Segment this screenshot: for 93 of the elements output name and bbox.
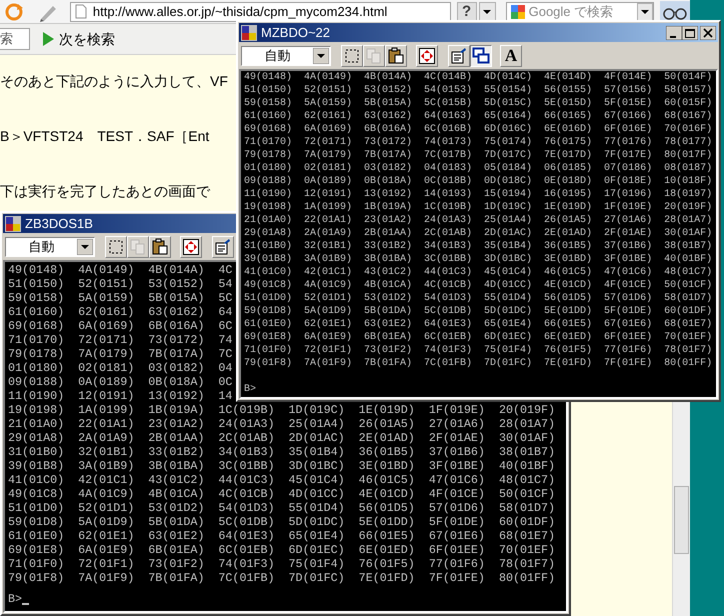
fullscreen-button[interactable] xyxy=(180,236,202,258)
console-line: 19(0198) 1A(0199) 1B(019A) 1C(019B) 1D(019C) 1E(019D) 1F(019E) 20(019F) xyxy=(244,201,712,214)
fullscreen-button[interactable] xyxy=(416,44,438,66)
paragraph: 下は実行を完了したあとの画面で xyxy=(0,182,210,201)
font-button[interactable]: A xyxy=(500,44,522,66)
arrows-icon xyxy=(418,46,436,64)
console-line: 39(01B8) 3A(01B9) 3B(01BA) 3C(01BB) 3D(01BC) 3E(01BD) 3F(01BE) 40(01BF) xyxy=(8,459,556,473)
document-icon xyxy=(450,46,468,64)
console-line: 61(01E0) 62(01E1) 63(01E2) 64(01E3) 65(01E4) 66(01E5) 67(01E6) 68(01E7) xyxy=(244,318,712,331)
dropdown-arrow-icon[interactable] xyxy=(77,238,93,254)
glasses-icon[interactable] xyxy=(660,0,690,22)
font-size-dropdown[interactable]: 自動 xyxy=(241,46,331,66)
console-line: 29(01A8) 2A(01A9) 2B(01AA) 2C(01AB) 2D(01AC) 2E(01AD) 2F(01AE) 30(01AF) xyxy=(8,431,556,445)
dashed-square-icon xyxy=(343,46,361,64)
console-line: 61(0160) 62(0161) 63(0162) 64(0163) 65(0164) 66(0165) 67(0166) 68(0167) xyxy=(244,110,712,123)
console-line: 69(0168) 6A(0169) 6B(016A) 6C xyxy=(8,319,232,333)
font-size-dropdown[interactable]: 自動 xyxy=(5,236,95,256)
console-line: 41(01C0) 42(01C1) 43(01C2) 44(01C3) 45(01C4) 46(01C5) 47(01C6) 48(01C7) xyxy=(8,473,556,487)
properties-button[interactable] xyxy=(212,236,234,258)
console-line: 71(0170) 72(0171) 73(0172) 74(0173) 75(0174) 76(0175) 77(0176) 78(0177) xyxy=(244,136,712,149)
console-icon xyxy=(5,216,21,232)
console-line: 69(01E8) 6A(01E9) 6B(01EA) 6C(01EB) 6D(01EC) 6E(01ED) 6F(01EE) 70(01EF) xyxy=(8,543,556,557)
console-line: 19(0198) 1A(0199) 1B(019A) 1C(019B) 1D(019C) 1E(019D) 1F(019E) 20(019F) xyxy=(8,403,556,417)
console-line: 39(01B8) 3A(01B9) 3B(01BA) 3C(01BB) 3D(01BC) 3E(01BD) 3F(01BE) 40(01BF) xyxy=(244,253,712,266)
paste-button[interactable] xyxy=(149,236,171,258)
console-line: 21(01A0) 22(01A1) 23(01A2) 24(01A3) 25(01A4) 26(01A5) 27(01A6) 28(01A7) xyxy=(8,417,556,431)
console-line: 61(01E0) 62(01E1) 63(01E2) 64(01E3) 65(01E4) 66(01E5) 67(01E6) 68(01E7) xyxy=(8,529,556,543)
find-field[interactable]: 索 xyxy=(0,28,30,50)
close-button[interactable] xyxy=(700,26,716,40)
console-line: 31(01B0) 32(01B1) 33(01B2) 34(01B3) 35(01B4) 36(01B5) 37(01B6) 38(01B7) xyxy=(8,445,556,459)
console-line: 69(01E8) 6A(01E9) 6B(01EA) 6C(01EB) 6D(01EC) 6E(01ED) 6F(01EE) 70(01EF) xyxy=(244,331,712,344)
console-line: 09(0188) 0A(0189) 0B(018A) 0C(018B) 0D(018C) 0E(018D) 0F(018E) 10(018F) xyxy=(244,175,712,188)
console-line: 59(01D8) 5A(01D9) 5B(01DA) 5C(01DB) 5D(01DC) 5E(01DD) 5F(01DE) 60(01DF) xyxy=(244,305,712,318)
console-line: 51(0150) 52(0151) 53(0152) 54 xyxy=(8,277,232,291)
console-line: 09(0188) 0A(0189) 0B(018A) 0C xyxy=(8,375,232,389)
mark-button[interactable] xyxy=(105,236,127,258)
console-line: 31(01B0) 32(01B1) 33(01B2) 34(01B3) 35(01B4) 36(01B5) 37(01B6) 38(01B7) xyxy=(244,240,712,253)
console-line: 51(01D0) 52(01D1) 53(01D2) 54(01D3) 55(01D4) 56(01D5) 57(01D6) 58(01D7) xyxy=(8,501,556,515)
console-line: 79(0178) 7A(0179) 7B(017A) 7C xyxy=(8,347,232,361)
find-next-button[interactable]: 次を検索 xyxy=(40,27,117,51)
address-field[interactable]: http://www.alles.or.jp/~thisida/cpm_mycom234.html xyxy=(70,2,451,22)
console-line: 11(0190) 12(0191) 13(0192) 14(0193) 15(0194) 16(0195) 17(0196) 18(0197) xyxy=(244,188,712,201)
properties-button[interactable] xyxy=(448,44,470,66)
search-engine-icon xyxy=(510,4,525,18)
console-line: 21(01A0) 22(01A1) 23(01A2) 24(01A3) 25(01A4) 26(01A5) 27(01A6) 28(01A7) xyxy=(244,214,712,227)
console-line: 01(0180) 02(0181) 03(0182) 04(0183) 05(0184) 06(0185) 07(0186) 08(0187) xyxy=(244,162,712,175)
maximize-button[interactable] xyxy=(682,26,698,40)
console-line: 11(0190) 12(0191) 13(0192) 14 xyxy=(8,389,232,403)
console-line: 59(01D8) 5A(01D9) 5B(01DA) 5C(01DB) 5D(01DC) 5E(01DD) 5F(01DE) 60(01DF) xyxy=(8,515,556,529)
page-icon xyxy=(74,4,87,19)
console-line: 41(01C0) 42(01C1) 43(01C2) 44(01C3) 45(01C4) 46(01C5) 47(01C6) 48(01C7) xyxy=(244,266,712,279)
help-button[interactable]: ? xyxy=(456,2,477,22)
minimize-button[interactable] xyxy=(666,26,682,40)
scrollbar-thumb[interactable] xyxy=(674,486,689,554)
windows-icon xyxy=(472,46,490,64)
console-line: 51(01D0) 52(01D1) 53(01D2) 54(01D3) 55(01D4) 56(01D5) 57(01D6) 58(01D7) xyxy=(244,292,712,305)
copy-icon xyxy=(365,46,383,64)
clipboard-icon xyxy=(387,46,405,64)
console-line: 71(01F0) 72(01F1) 73(01F2) 74(01F3) 75(01F4) 76(01F5) 77(01F6) 78(01F7) xyxy=(8,557,556,571)
window-title: ZB3DOS1B xyxy=(25,214,93,233)
console-line: 49(01C8) 4A(01C9) 4B(01CA) 4C(01CB) 4D(01CC) 4E(01CD) 4F(01CE) 50(01CF) xyxy=(244,279,712,292)
console-line: 79(01F8) 7A(01F9) 7B(01FA) 7C(01FB) 7D(01FC) 7E(01FD) 7F(01FE) 80(01FF) xyxy=(244,357,712,370)
console-line: 59(0158) 5A(0159) 5B(015A) 5C xyxy=(8,291,232,305)
console-line: 29(01A8) 2A(01A9) 2B(01AA) 2C(01AB) 2D(01AC) 2E(01AD) 2F(01AE) 30(01AF) xyxy=(244,227,712,240)
arrows-icon xyxy=(182,238,200,256)
document-icon xyxy=(214,238,232,256)
console-line: 61(0160) 62(0161) 63(0162) 64 xyxy=(8,305,232,319)
console-line: 71(01F0) 72(01F1) 73(01F2) 74(01F3) 75(01F4) 76(01F5) 77(01F6) 78(01F7) xyxy=(244,344,712,357)
mark-button[interactable] xyxy=(341,44,363,66)
scrollbar[interactable] xyxy=(672,402,690,616)
console-line: 59(0158) 5A(0159) 5B(015A) 5C(015B) 5D(015C) 5E(015D) 5F(015E) 60(015F) xyxy=(244,97,712,110)
console-line: 71(0170) 72(0171) 73(0172) 74 xyxy=(8,333,232,347)
window-title: MZBDO~22 xyxy=(261,24,330,42)
play-icon xyxy=(42,32,54,46)
console-line: 79(0178) 7A(0179) 7B(017A) 7C(017B) 7D(017C) 7E(017D) 7F(017E) 80(017F) xyxy=(244,149,712,162)
clipboard-icon xyxy=(151,238,169,256)
command-prompt: B> xyxy=(8,592,22,606)
dashed-square-icon xyxy=(107,238,125,256)
console-line: 49(01C8) 4A(01C9) 4B(01CA) 4C(01CB) 4D(01CC) 4E(01CD) 4F(01CE) 50(01CF) xyxy=(8,487,556,501)
console-line: 79(01F8) 7A(01F9) 7B(01FA) 7C(01FB) 7D(01FC) 7E(01FD) 7F(01FE) 80(01FF) xyxy=(8,571,556,585)
paragraph: そのあと下記のように入力して、VF xyxy=(0,72,228,91)
paragraph: B＞VFTST24 TEST．SAF［Ent xyxy=(0,127,210,146)
console-line: 51(0150) 52(0151) 53(0152) 54(0153) 55(0154) 56(0155) 57(0156) 58(0157) xyxy=(244,84,712,97)
console-icon xyxy=(241,24,257,40)
dropdown-arrow-icon[interactable] xyxy=(313,48,329,64)
search-field[interactable]: Google で検索 xyxy=(506,2,654,22)
console-line: 49(0148) 4A(0149) 4B(014A) 4C(014B) 4D(014C) 4E(014D) 4F(014E) 50(014F) xyxy=(244,71,712,84)
console-line: 01(0180) 02(0181) 03(0182) 04 xyxy=(8,361,232,375)
console-line: 69(0168) 6A(0169) 6B(016A) 6C(016B) 6D(016C) 6E(016D) 6F(016E) 70(016F) xyxy=(244,123,712,136)
console-line: 49(0148) 4A(0149) 4B(014A) 4C xyxy=(8,263,232,277)
paste-button[interactable] xyxy=(385,44,407,66)
command-prompt: B> xyxy=(244,383,256,396)
copy-icon xyxy=(129,238,147,256)
